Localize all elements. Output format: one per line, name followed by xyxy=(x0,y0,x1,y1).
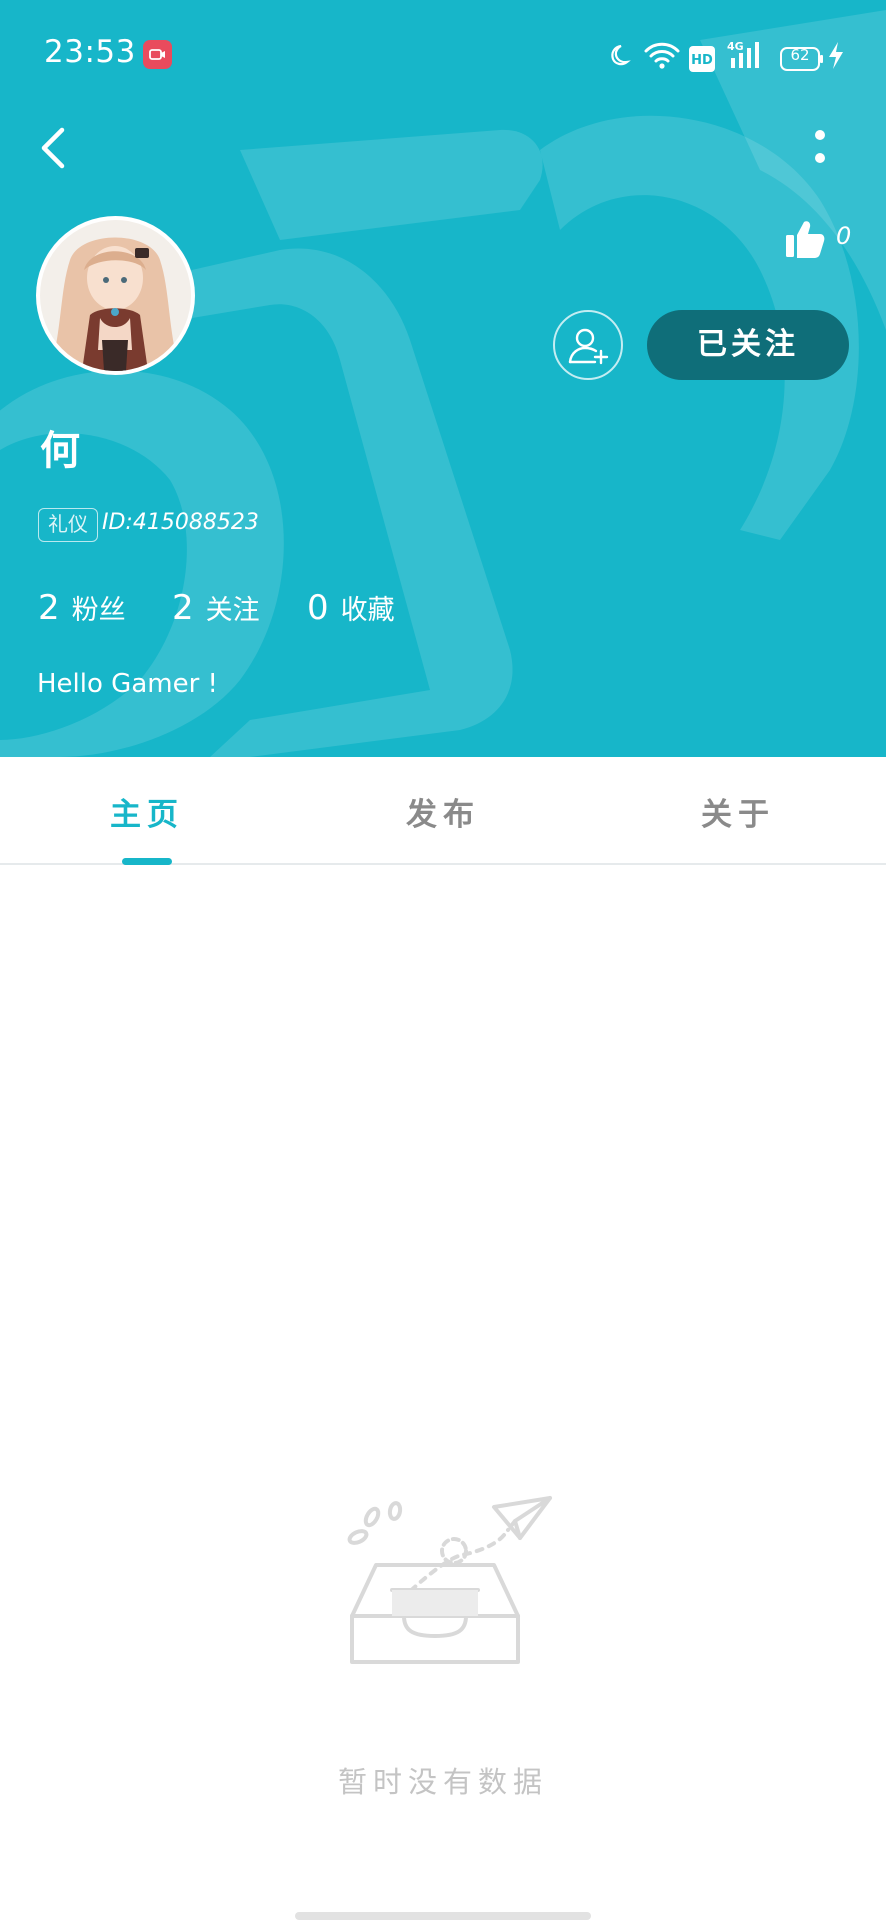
tab-active-indicator xyxy=(122,858,172,865)
empty-inbox-paper-plane-icon xyxy=(347,1496,552,1664)
moon-icon xyxy=(611,44,631,66)
svg-text:4G: 4G xyxy=(727,40,744,53)
avatar[interactable] xyxy=(36,216,195,375)
charging-icon xyxy=(829,42,843,69)
stat-following[interactable]: 2 关注 xyxy=(172,588,260,628)
chevron-left-icon xyxy=(41,127,65,169)
tab-posts[interactable]: 发布 xyxy=(343,789,543,834)
stat-label: 粉丝 xyxy=(71,595,126,626)
like-group[interactable]: 0 xyxy=(784,214,874,264)
add-friend-button[interactable] xyxy=(553,310,623,380)
wifi-icon xyxy=(644,42,680,69)
stat-label: 关注 xyxy=(205,595,260,626)
profile-tabs: 主页 发布 关于 xyxy=(0,757,886,865)
status-bar: 23:53 HD 4G 62 xyxy=(0,0,886,100)
user-bio: Hello Gamer ! xyxy=(37,669,218,699)
vertical-dots-icon xyxy=(815,130,825,163)
stat-favorites[interactable]: 0 收藏 xyxy=(307,588,395,628)
hd-icon: HD xyxy=(689,46,715,72)
tab-about[interactable]: 关于 xyxy=(638,789,838,834)
home-indicator[interactable] xyxy=(295,1912,591,1920)
more-button[interactable] xyxy=(800,120,840,176)
stat-label: 收藏 xyxy=(340,595,395,626)
screen-record-icon xyxy=(143,40,172,69)
back-button[interactable] xyxy=(30,120,76,176)
empty-state-text: 暂时没有数据 xyxy=(337,1765,548,1799)
avatar-image xyxy=(40,220,191,371)
battery-level: 62 xyxy=(790,46,810,64)
status-time: 23:53 xyxy=(44,34,136,70)
4g-signal-icon: 4G xyxy=(727,40,759,68)
like-count: 0 xyxy=(836,222,852,250)
svg-text:HD: HD xyxy=(691,53,713,68)
thumbs-up-icon xyxy=(786,221,825,258)
stat-value: 2 xyxy=(38,588,60,628)
follow-button[interactable]: 已关注 xyxy=(647,310,849,380)
profile-header: 23:53 HD 4G 62 0 已关注 何 礼仪 ID:415088523 2… xyxy=(0,0,886,757)
add-user-icon xyxy=(568,328,609,365)
user-id: ID:415088523 xyxy=(102,510,259,535)
stat-value: 0 xyxy=(307,588,329,628)
tab-home[interactable]: 主页 xyxy=(47,789,247,834)
user-tag: 礼仪 xyxy=(38,508,98,542)
stat-fans[interactable]: 2 粉丝 xyxy=(38,588,126,628)
username: 何 xyxy=(40,428,80,474)
stat-value: 2 xyxy=(172,588,194,628)
